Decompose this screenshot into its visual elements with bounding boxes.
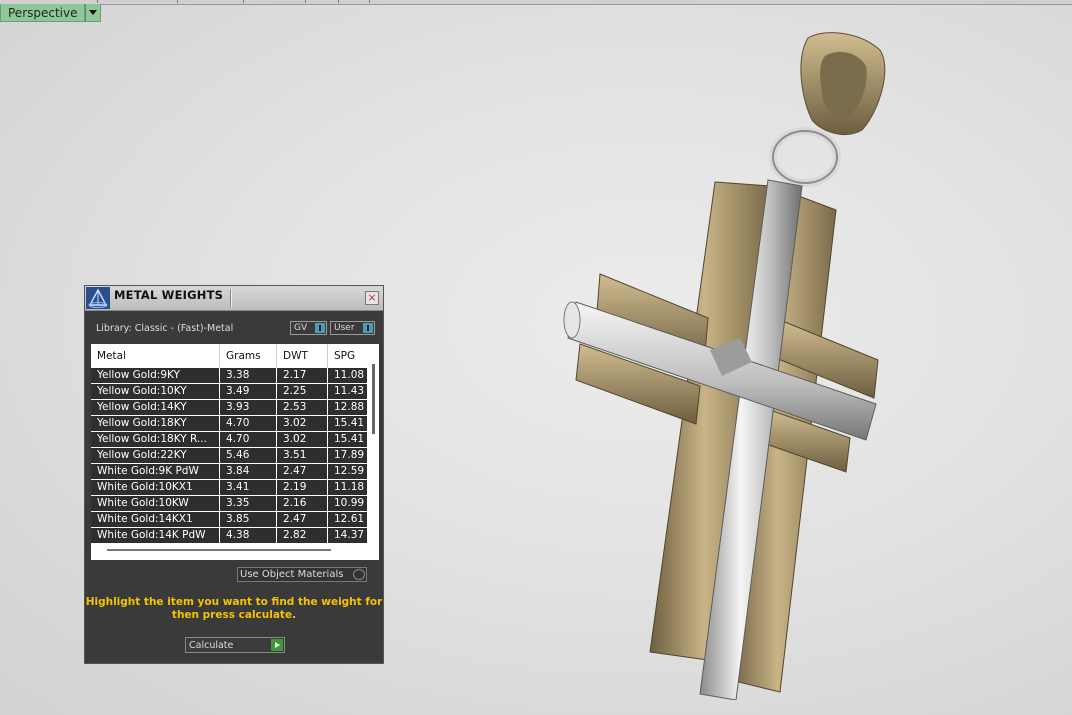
cell-dwt: 2.16	[277, 496, 328, 511]
user-toggle-label: User	[334, 323, 355, 333]
cell-metal: Yellow Gold:14KY	[91, 400, 220, 415]
vertical-scrollbar[interactable]	[372, 364, 375, 434]
gv-toggle[interactable]: GV	[290, 321, 327, 335]
cell-spg: 15.41	[328, 416, 367, 431]
cell-spg: 14.37	[328, 528, 367, 543]
metal-weights-panel: METAL WEIGHTS × Library: Classic - (Fast…	[84, 285, 384, 664]
cell-metal: Yellow Gold:10KY	[91, 384, 220, 399]
gv-toggle-label: GV	[294, 323, 308, 333]
cross-pendant-render[interactable]	[540, 20, 890, 700]
table-row[interactable]: White Gold:10KX1 3.41 2.19 11.18	[91, 480, 367, 496]
play-icon	[271, 639, 283, 651]
cell-metal: White Gold:10KX1	[91, 480, 220, 495]
horizontal-scrollbar[interactable]	[107, 549, 331, 551]
panel-titlebar[interactable]: METAL WEIGHTS ×	[85, 286, 383, 311]
close-icon[interactable]: ×	[365, 291, 379, 305]
column-header-grams[interactable]: Grams	[220, 344, 277, 368]
cell-spg: 12.88	[328, 400, 367, 415]
cell-dwt: 2.17	[277, 368, 328, 383]
titlebar-divider	[230, 289, 231, 307]
cell-dwt: 2.82	[277, 528, 328, 543]
use-object-materials-label: Use Object Materials	[240, 569, 344, 580]
cell-metal: Yellow Gold:22KY	[91, 448, 220, 463]
cell-spg: 17.89	[328, 448, 367, 463]
column-header-dwt[interactable]: DWT	[277, 344, 328, 368]
cell-spg: 10.99	[328, 496, 367, 511]
table-row[interactable]: Yellow Gold:14KY 3.93 2.53 12.88	[91, 400, 367, 416]
cell-metal: White Gold:14KX1	[91, 512, 220, 527]
instruction-text: Highlight the item you want to find the …	[85, 596, 383, 621]
table-row[interactable]: Yellow Gold:9KY 3.38 2.17 11.08	[91, 368, 367, 384]
toggle-indicator-icon	[315, 323, 325, 333]
cell-dwt: 2.47	[277, 512, 328, 527]
cell-metal: Yellow Gold:18KY R...	[91, 432, 220, 447]
column-header-spg[interactable]: SPG	[328, 344, 367, 368]
cell-grams: 4.70	[220, 416, 277, 431]
library-label: Library: Classic - (Fast)-Metal	[96, 323, 234, 334]
table-header: Metal Grams DWT SPG	[91, 344, 379, 368]
cell-grams: 3.93	[220, 400, 277, 415]
cell-grams: 5.46	[220, 448, 277, 463]
table-row[interactable]: White Gold:14K PdW 4.38 2.82 14.37	[91, 528, 367, 544]
use-object-materials-toggle[interactable]: Use Object Materials	[237, 567, 367, 582]
user-toggle[interactable]: User	[330, 321, 375, 335]
cell-spg: 11.08	[328, 368, 367, 383]
table-row[interactable]: Yellow Gold:10KY 3.49 2.25 11.43	[91, 384, 367, 400]
column-header-metal[interactable]: Metal	[91, 344, 220, 368]
cell-metal: White Gold:14K PdW	[91, 528, 220, 543]
table-row[interactable]: Yellow Gold:22KY 5.46 3.51 17.89	[91, 448, 367, 464]
cell-metal: Yellow Gold:9KY	[91, 368, 220, 383]
cell-dwt: 2.47	[277, 464, 328, 479]
cell-grams: 3.38	[220, 368, 277, 383]
radio-icon	[353, 569, 365, 580]
cell-spg: 11.43	[328, 384, 367, 399]
cell-spg: 11.18	[328, 480, 367, 495]
cell-metal: Yellow Gold:18KY	[91, 416, 220, 431]
cell-spg: 12.59	[328, 464, 367, 479]
cell-spg: 12.61	[328, 512, 367, 527]
cell-grams: 3.85	[220, 512, 277, 527]
calculate-button[interactable]: Calculate	[185, 637, 285, 653]
bail	[769, 32, 886, 187]
cell-grams: 3.35	[220, 496, 277, 511]
table-row[interactable]: White Gold:9K PdW 3.84 2.47 12.59	[91, 464, 367, 480]
table-row[interactable]: White Gold:14KX1 3.85 2.47 12.61	[91, 512, 367, 528]
cell-dwt: 2.53	[277, 400, 328, 415]
cell-dwt: 3.02	[277, 432, 328, 447]
cell-metal: White Gold:9K PdW	[91, 464, 220, 479]
cell-dwt: 2.19	[277, 480, 328, 495]
cell-metal: White Gold:10KW	[91, 496, 220, 511]
cell-grams: 4.38	[220, 528, 277, 543]
cell-grams: 3.84	[220, 464, 277, 479]
cell-spg: 15.41	[328, 432, 367, 447]
metal-weights-logo-icon	[86, 287, 110, 309]
table-row[interactable]: Yellow Gold:18KY R... 4.70 3.02 15.41	[91, 432, 367, 448]
table-row[interactable]: White Gold:10KW 3.35 2.16 10.99	[91, 496, 367, 512]
viewport-tab[interactable]: Perspective	[0, 4, 101, 22]
cell-dwt: 2.25	[277, 384, 328, 399]
toggle-indicator-icon	[363, 323, 373, 333]
cell-grams: 4.70	[220, 432, 277, 447]
metal-table[interactable]: Metal Grams DWT SPG Yellow Gold:9KY 3.38 2…	[91, 344, 379, 560]
panel-title: METAL WEIGHTS	[114, 288, 224, 302]
cell-dwt: 3.51	[277, 448, 328, 463]
cell-grams: 3.49	[220, 384, 277, 399]
table-row[interactable]: Yellow Gold:18KY 4.70 3.02 15.41	[91, 416, 367, 432]
cell-grams: 3.41	[220, 480, 277, 495]
top-ruler	[0, 0, 1072, 5]
chevron-down-icon[interactable]	[84, 4, 101, 22]
cell-dwt: 3.02	[277, 416, 328, 431]
calculate-label: Calculate	[189, 640, 234, 651]
viewport-label[interactable]: Perspective	[0, 4, 85, 22]
